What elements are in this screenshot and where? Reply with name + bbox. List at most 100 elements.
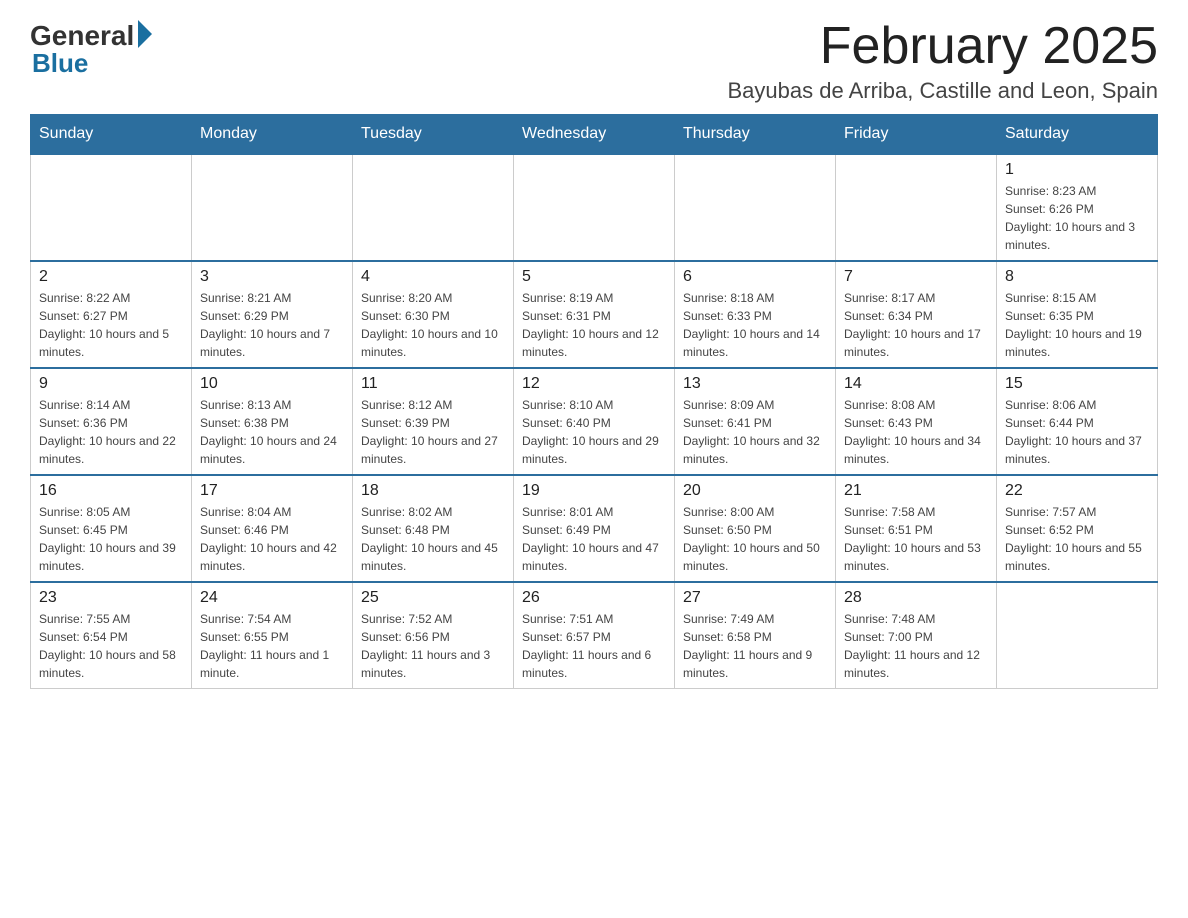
month-title: February 2025	[727, 20, 1158, 72]
day-info: Sunrise: 7:57 AM Sunset: 6:52 PM Dayligh…	[1005, 503, 1149, 575]
day-info: Sunrise: 8:14 AM Sunset: 6:36 PM Dayligh…	[39, 396, 183, 468]
calendar-cell: 8 Sunrise: 8:15 AM Sunset: 6:35 PM Daylig…	[997, 261, 1158, 368]
calendar-cell: 26 Sunrise: 7:51 AM Sunset: 6:57 PM Dayli…	[514, 582, 675, 689]
calendar-week-4: 23 Sunrise: 7:55 AM Sunset: 6:54 PM Dayli…	[31, 582, 1158, 689]
day-number: 5	[522, 268, 666, 286]
calendar-cell	[514, 154, 675, 261]
day-info: Sunrise: 7:58 AM Sunset: 6:51 PM Dayligh…	[844, 503, 988, 575]
calendar-cell	[31, 154, 192, 261]
day-number: 11	[361, 375, 505, 393]
day-number: 26	[522, 589, 666, 607]
day-number: 9	[39, 375, 183, 393]
day-info: Sunrise: 8:22 AM Sunset: 6:27 PM Dayligh…	[39, 289, 183, 361]
day-info: Sunrise: 8:15 AM Sunset: 6:35 PM Dayligh…	[1005, 289, 1149, 361]
day-number: 14	[844, 375, 988, 393]
calendar-cell: 10 Sunrise: 8:13 AM Sunset: 6:38 PM Dayli…	[192, 368, 353, 475]
day-number: 3	[200, 268, 344, 286]
day-info: Sunrise: 7:49 AM Sunset: 6:58 PM Dayligh…	[683, 610, 827, 682]
day-info: Sunrise: 8:00 AM Sunset: 6:50 PM Dayligh…	[683, 503, 827, 575]
day-number: 18	[361, 482, 505, 500]
day-info: Sunrise: 8:17 AM Sunset: 6:34 PM Dayligh…	[844, 289, 988, 361]
day-number: 6	[683, 268, 827, 286]
calendar-cell: 23 Sunrise: 7:55 AM Sunset: 6:54 PM Dayli…	[31, 582, 192, 689]
header: General Blue February 2025 Bayubas de Ar…	[30, 20, 1158, 104]
day-number: 13	[683, 375, 827, 393]
day-header-wednesday: Wednesday	[514, 115, 675, 155]
day-info: Sunrise: 8:09 AM Sunset: 6:41 PM Dayligh…	[683, 396, 827, 468]
calendar-cell: 5Sunrise: 8:19 AM Sunset: 6:31 PM Daylig…	[514, 261, 675, 368]
day-info: Sunrise: 7:48 AM Sunset: 7:00 PM Dayligh…	[844, 610, 988, 682]
day-number: 1	[1005, 161, 1149, 179]
calendar-cell: 19 Sunrise: 8:01 AM Sunset: 6:49 PM Dayli…	[514, 475, 675, 582]
day-number: 21	[844, 482, 988, 500]
day-info: Sunrise: 8:18 AM Sunset: 6:33 PM Dayligh…	[683, 289, 827, 361]
calendar-cell: 16 Sunrise: 8:05 AM Sunset: 6:45 PM Dayli…	[31, 475, 192, 582]
day-info: Sunrise: 8:10 AM Sunset: 6:40 PM Dayligh…	[522, 396, 666, 468]
day-info: Sunrise: 8:02 AM Sunset: 6:48 PM Dayligh…	[361, 503, 505, 575]
day-header-friday: Friday	[836, 115, 997, 155]
day-number: 7	[844, 268, 988, 286]
day-number: 4	[361, 268, 505, 286]
day-number: 15	[1005, 375, 1149, 393]
day-number: 10	[200, 375, 344, 393]
calendar-cell: 20 Sunrise: 8:00 AM Sunset: 6:50 PM Dayli…	[675, 475, 836, 582]
day-header-thursday: Thursday	[675, 115, 836, 155]
calendar-cell: 21 Sunrise: 7:58 AM Sunset: 6:51 PM Dayli…	[836, 475, 997, 582]
day-header-saturday: Saturday	[997, 115, 1158, 155]
calendar-cell	[353, 154, 514, 261]
day-header-sunday: Sunday	[31, 115, 192, 155]
day-number: 16	[39, 482, 183, 500]
day-info: Sunrise: 7:52 AM Sunset: 6:56 PM Dayligh…	[361, 610, 505, 682]
day-info: Sunrise: 7:55 AM Sunset: 6:54 PM Dayligh…	[39, 610, 183, 682]
day-number: 25	[361, 589, 505, 607]
calendar-cell: 12 Sunrise: 8:10 AM Sunset: 6:40 PM Dayli…	[514, 368, 675, 475]
calendar-cell	[997, 582, 1158, 689]
calendar-cell	[675, 154, 836, 261]
calendar-cell: 11 Sunrise: 8:12 AM Sunset: 6:39 PM Dayli…	[353, 368, 514, 475]
day-number: 8	[1005, 268, 1149, 286]
day-info: Sunrise: 8:21 AM Sunset: 6:29 PM Dayligh…	[200, 289, 344, 361]
title-area: February 2025 Bayubas de Arriba, Castill…	[727, 20, 1158, 104]
calendar-cell: 27 Sunrise: 7:49 AM Sunset: 6:58 PM Dayli…	[675, 582, 836, 689]
calendar-cell: 24Sunrise: 7:54 AM Sunset: 6:55 PM Dayli…	[192, 582, 353, 689]
calendar-cell	[192, 154, 353, 261]
day-number: 12	[522, 375, 666, 393]
calendar-cell: 22 Sunrise: 7:57 AM Sunset: 6:52 PM Dayli…	[997, 475, 1158, 582]
calendar-cell: 15 Sunrise: 8:06 AM Sunset: 6:44 PM Dayli…	[997, 368, 1158, 475]
day-info: Sunrise: 8:01 AM Sunset: 6:49 PM Dayligh…	[522, 503, 666, 575]
calendar-week-1: 2Sunrise: 8:22 AM Sunset: 6:27 PM Daylig…	[31, 261, 1158, 368]
calendar-cell: 28Sunrise: 7:48 AM Sunset: 7:00 PM Dayli…	[836, 582, 997, 689]
day-info: Sunrise: 8:08 AM Sunset: 6:43 PM Dayligh…	[844, 396, 988, 468]
day-info: Sunrise: 8:13 AM Sunset: 6:38 PM Dayligh…	[200, 396, 344, 468]
day-info: Sunrise: 7:51 AM Sunset: 6:57 PM Dayligh…	[522, 610, 666, 682]
day-number: 23	[39, 589, 183, 607]
calendar-cell: 3 Sunrise: 8:21 AM Sunset: 6:29 PM Daylig…	[192, 261, 353, 368]
day-info: Sunrise: 8:12 AM Sunset: 6:39 PM Dayligh…	[361, 396, 505, 468]
calendar-cell: 14 Sunrise: 8:08 AM Sunset: 6:43 PM Dayli…	[836, 368, 997, 475]
calendar-cell: 13 Sunrise: 8:09 AM Sunset: 6:41 PM Dayli…	[675, 368, 836, 475]
day-info: Sunrise: 8:20 AM Sunset: 6:30 PM Dayligh…	[361, 289, 505, 361]
calendar-cell: 4 Sunrise: 8:20 AM Sunset: 6:30 PM Daylig…	[353, 261, 514, 368]
day-info: Sunrise: 8:05 AM Sunset: 6:45 PM Dayligh…	[39, 503, 183, 575]
day-info: Sunrise: 8:06 AM Sunset: 6:44 PM Dayligh…	[1005, 396, 1149, 468]
day-info: Sunrise: 8:04 AM Sunset: 6:46 PM Dayligh…	[200, 503, 344, 575]
logo-arrow-icon	[138, 20, 152, 48]
day-info: Sunrise: 8:23 AM Sunset: 6:26 PM Dayligh…	[1005, 182, 1149, 254]
calendar-cell: 18 Sunrise: 8:02 AM Sunset: 6:48 PM Dayli…	[353, 475, 514, 582]
calendar-week-2: 9 Sunrise: 8:14 AM Sunset: 6:36 PM Daylig…	[31, 368, 1158, 475]
logo-blue: Blue	[32, 48, 88, 79]
day-number: 20	[683, 482, 827, 500]
calendar-header-row: SundayMondayTuesdayWednesdayThursdayFrid…	[31, 115, 1158, 155]
day-header-tuesday: Tuesday	[353, 115, 514, 155]
calendar-cell	[836, 154, 997, 261]
calendar: SundayMondayTuesdayWednesdayThursdayFrid…	[30, 114, 1158, 689]
calendar-cell: 7 Sunrise: 8:17 AM Sunset: 6:34 PM Daylig…	[836, 261, 997, 368]
day-number: 19	[522, 482, 666, 500]
day-number: 27	[683, 589, 827, 607]
calendar-cell: 6 Sunrise: 8:18 AM Sunset: 6:33 PM Daylig…	[675, 261, 836, 368]
day-number: 22	[1005, 482, 1149, 500]
calendar-cell: 25 Sunrise: 7:52 AM Sunset: 6:56 PM Dayli…	[353, 582, 514, 689]
logo: General Blue	[30, 20, 152, 79]
calendar-cell: 9 Sunrise: 8:14 AM Sunset: 6:36 PM Daylig…	[31, 368, 192, 475]
day-info: Sunrise: 7:54 AM Sunset: 6:55 PM Dayligh…	[200, 610, 344, 682]
